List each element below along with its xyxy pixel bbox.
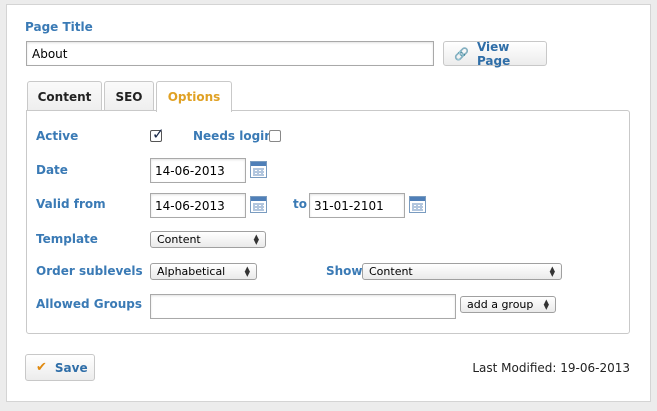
- add-group-value: add a group: [467, 298, 534, 311]
- show-label: Show: [326, 264, 363, 278]
- show-select[interactable]: Content ▲ ▼: [362, 263, 562, 280]
- calendar-icon[interactable]: [250, 161, 267, 178]
- active-checkbox[interactable]: ✓: [150, 125, 165, 143]
- tab-content[interactable]: Content: [27, 81, 102, 111]
- template-label: Template: [36, 232, 98, 246]
- valid-to-input[interactable]: [309, 193, 405, 218]
- allowed-groups-label: Allowed Groups: [36, 297, 143, 311]
- needs-login-label: Needs login: [193, 129, 273, 143]
- page-title-input[interactable]: [26, 41, 434, 66]
- link-icon: 🔗: [454, 46, 469, 61]
- valid-from-label: Valid from: [36, 197, 106, 211]
- order-sublevels-label: Order sublevels: [36, 264, 143, 278]
- last-modified-text: Last Modified: 19-06-2013: [472, 361, 630, 375]
- save-button[interactable]: ✔ Save: [25, 354, 95, 381]
- valid-from-calendar-icon[interactable]: [250, 196, 267, 213]
- order-sublevels-select[interactable]: Alphabetical ▲ ▼: [150, 263, 257, 280]
- template-select[interactable]: Content ▲ ▼: [150, 231, 266, 248]
- date-input[interactable]: [150, 158, 246, 183]
- to-label: to: [293, 197, 307, 211]
- needs-login-checkbox[interactable]: [269, 130, 281, 142]
- select-arrows-icon: ▲ ▼: [549, 264, 555, 278]
- view-page-button[interactable]: 🔗 View Page: [443, 39, 547, 68]
- allowed-groups-input[interactable]: [150, 294, 456, 319]
- active-label: Active: [36, 129, 79, 143]
- tab-seo[interactable]: SEO: [104, 81, 154, 111]
- valid-from-input[interactable]: [150, 193, 246, 218]
- order-sublevels-value: Alphabetical: [157, 265, 226, 278]
- checkmark-icon: ✓: [152, 125, 165, 143]
- save-label: Save: [54, 360, 88, 375]
- tab-options[interactable]: Options: [156, 81, 232, 112]
- valid-to-calendar-icon[interactable]: [409, 196, 426, 213]
- show-select-value: Content: [369, 265, 413, 278]
- select-arrows-icon: ▲ ▼: [244, 264, 250, 278]
- select-arrows-icon: ▲ ▼: [253, 232, 259, 246]
- page-title-label: Page Title: [25, 20, 93, 34]
- view-page-label: View Page: [476, 39, 511, 68]
- template-select-value: Content: [157, 233, 201, 246]
- add-group-select[interactable]: add a group ▲ ▼: [460, 296, 556, 313]
- date-label: Date: [36, 163, 68, 177]
- check-icon: ✔: [36, 360, 47, 375]
- select-arrows-icon: ▲ ▼: [543, 297, 549, 311]
